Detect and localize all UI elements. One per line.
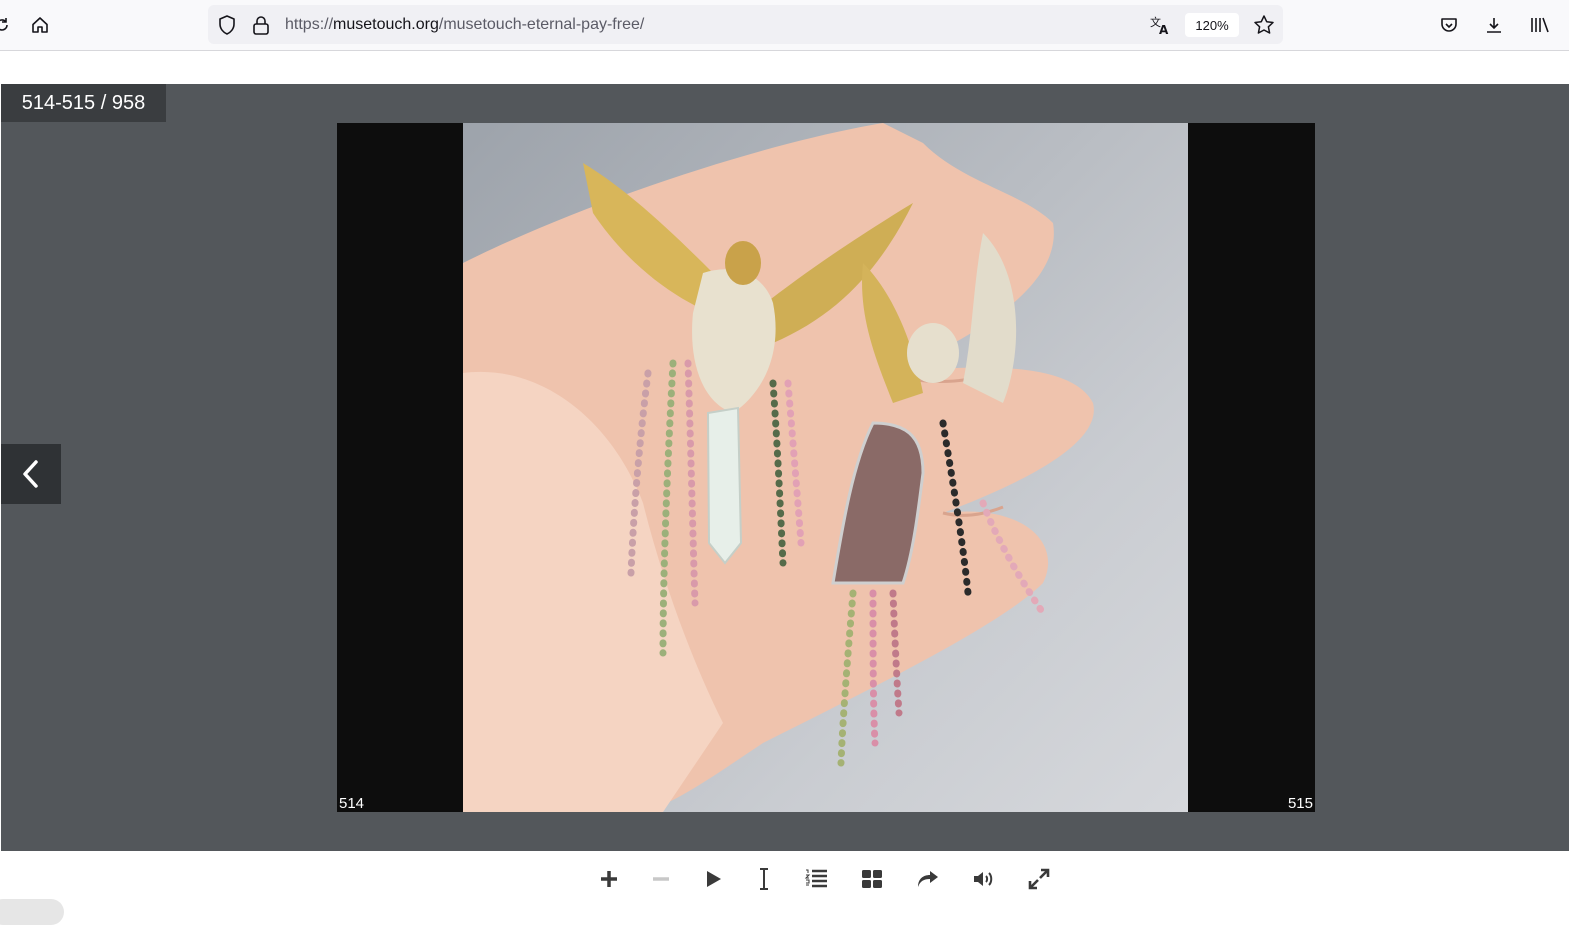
thumbnails-button[interactable] xyxy=(856,863,888,895)
svg-text:A: A xyxy=(1159,23,1169,36)
table-of-contents-button[interactable] xyxy=(800,863,832,895)
previous-page-button[interactable] xyxy=(1,444,61,504)
chevron-left-icon xyxy=(23,460,38,488)
url-bar[interactable]: https://musetouch.org/musetouch-eternal-… xyxy=(208,5,1283,44)
share-icon xyxy=(918,871,938,887)
library-icon[interactable] xyxy=(1524,9,1556,41)
translate-icon[interactable]: 文A xyxy=(1149,14,1171,41)
earrings-illustration xyxy=(463,123,1094,812)
zoom-in-icon xyxy=(601,871,617,887)
lock-icon[interactable] xyxy=(252,15,270,40)
zoom-level-button[interactable]: 120% xyxy=(1185,13,1239,37)
downloads-icon[interactable] xyxy=(1478,9,1510,41)
play-button[interactable] xyxy=(697,863,729,895)
home-icon[interactable] xyxy=(24,9,56,41)
bookmark-star-icon[interactable] xyxy=(1253,14,1275,41)
left-page-number: 514 xyxy=(339,795,365,812)
text-select-button[interactable] xyxy=(748,863,780,895)
thumbnails-icon xyxy=(862,870,882,888)
zoom-out-button[interactable] xyxy=(645,863,677,895)
play-icon xyxy=(707,871,721,887)
url-text[interactable]: https://musetouch.org/musetouch-eternal-… xyxy=(285,16,644,34)
fullscreen-icon xyxy=(1028,868,1050,890)
zoom-in-button[interactable] xyxy=(593,863,625,895)
jewelry-photo xyxy=(463,123,1188,812)
right-page-number: 515 xyxy=(1287,795,1313,812)
flipbook-viewer: 514-515 / 958 514 515 xyxy=(1,84,1569,851)
sound-button[interactable] xyxy=(968,863,1000,895)
viewer-controls xyxy=(0,851,1569,912)
table-of-contents-icon xyxy=(804,869,827,888)
tracking-shield-icon[interactable] xyxy=(218,15,236,40)
fullscreen-button[interactable] xyxy=(1023,863,1055,895)
page-counter: 514-515 / 958 xyxy=(1,84,166,122)
browser-toolbar: https://musetouch.org/musetouch-eternal-… xyxy=(0,0,1569,51)
bottom-tab[interactable] xyxy=(0,899,64,925)
text-select-icon xyxy=(760,868,768,890)
share-button[interactable] xyxy=(912,863,944,895)
sound-icon xyxy=(974,872,993,886)
pocket-icon[interactable] xyxy=(1433,9,1465,41)
zoom-out-icon xyxy=(653,877,669,881)
reload-icon[interactable] xyxy=(0,9,18,41)
page-spread[interactable]: 514 515 xyxy=(337,123,1315,812)
